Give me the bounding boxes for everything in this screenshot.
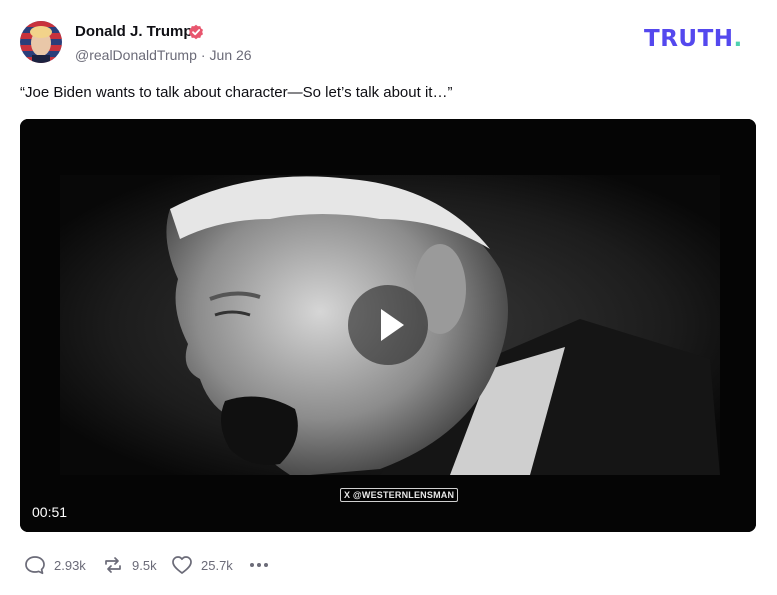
truth-post: Donald J. Trump @realDonaldTrump · Jun 26 … [0,0,777,595]
like-count: 25.7k [201,557,233,573]
truth-logo-text: TRUTH [644,26,734,52]
reply-icon [25,556,45,575]
video-watermark: X @WESTERNLENSMAN [340,488,459,502]
post-date[interactable]: Jun 26 [210,47,252,63]
meta-separator: · [200,47,206,63]
video-duration: 00:51 [32,504,68,520]
truth-logo-dot: . [733,26,743,52]
verified-badge-icon [189,24,203,40]
more-options-button[interactable] [248,555,270,575]
more-dots-icon [250,563,268,567]
retruth-count: 9.5k [132,557,157,573]
author-name[interactable]: Donald J. Trump [75,23,193,40]
avatar[interactable] [20,21,62,63]
truth-logo[interactable]: TRUTH. [644,28,743,51]
retruth-button[interactable]: 9.5k [102,555,157,575]
reply-button[interactable]: 2.93k [24,555,86,575]
post-text: “Joe Biden wants to talk about character… [20,84,453,101]
play-icon [381,309,404,341]
retruth-icon [105,557,121,573]
post-meta: @realDonaldTrump · Jun 26 [75,47,252,63]
play-button[interactable] [348,285,428,365]
heart-icon [172,556,192,574]
author-handle[interactable]: @realDonaldTrump [75,47,197,63]
video-player[interactable]: X @WESTERNLENSMAN 00:51 [20,119,756,532]
reply-count: 2.93k [54,557,86,573]
like-button[interactable]: 25.7k [171,555,233,575]
